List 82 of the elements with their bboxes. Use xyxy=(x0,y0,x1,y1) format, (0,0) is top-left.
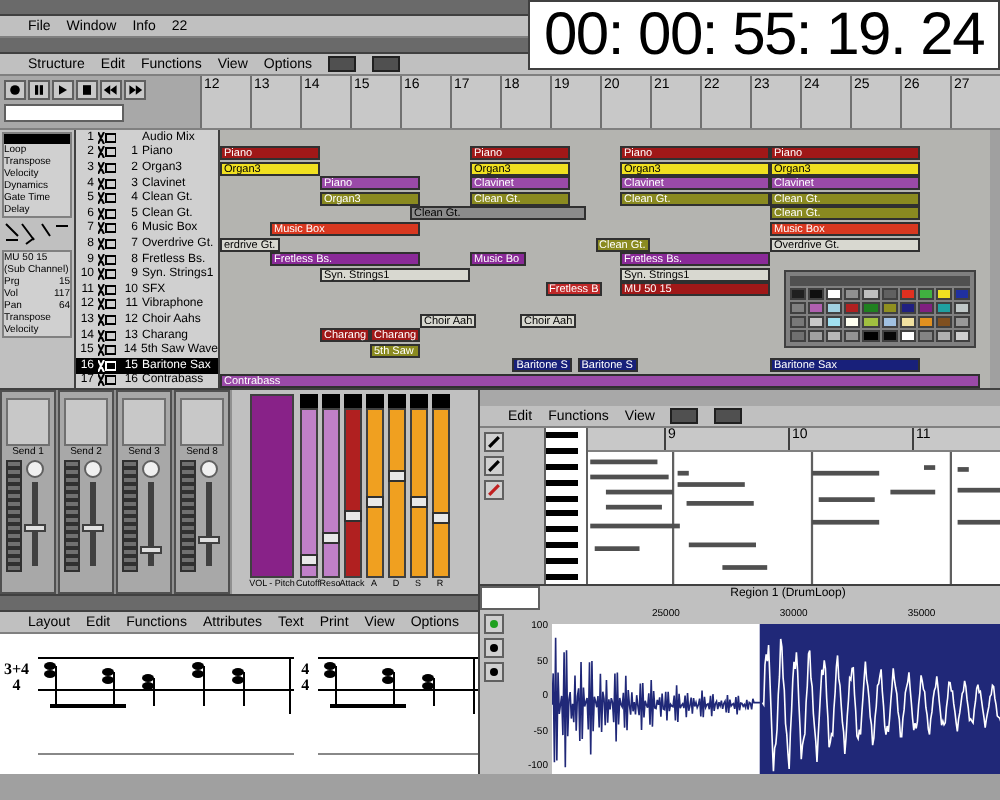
position-display xyxy=(4,104,124,122)
level-meter xyxy=(122,460,138,572)
color-swatch[interactable] xyxy=(953,316,970,328)
color-swatch[interactable] xyxy=(826,316,843,328)
fader-thumb[interactable] xyxy=(140,545,162,554)
color-swatch[interactable] xyxy=(826,288,843,300)
color-swatch[interactable] xyxy=(808,330,825,342)
level-meter xyxy=(180,460,196,572)
color-swatch[interactable] xyxy=(790,302,807,314)
fader-thumb[interactable] xyxy=(343,510,361,523)
color-swatch[interactable] xyxy=(862,316,879,328)
color-swatch[interactable] xyxy=(953,288,970,300)
color-swatch[interactable] xyxy=(808,302,825,314)
settings-panel xyxy=(180,398,224,446)
color-swatch[interactable] xyxy=(790,330,807,342)
pencil-icon[interactable] xyxy=(484,456,504,476)
time-signature-top: 3+4 xyxy=(4,662,30,678)
settings-panel xyxy=(64,398,108,446)
color-swatch[interactable] xyxy=(953,302,970,314)
color-swatch[interactable] xyxy=(826,330,843,342)
color-swatch[interactable] xyxy=(808,288,825,300)
color-swatch[interactable] xyxy=(935,330,952,342)
time-display: 00: 00: 55: 19. 24 xyxy=(528,0,1000,70)
color-swatch[interactable] xyxy=(917,316,934,328)
position-display xyxy=(480,586,540,610)
fader-thumb[interactable] xyxy=(198,536,220,545)
knob-icon[interactable] xyxy=(26,460,44,478)
fader-thumb[interactable] xyxy=(24,524,46,533)
color-swatch[interactable] xyxy=(808,316,825,328)
color-swatch[interactable] xyxy=(935,316,952,328)
settings-panel xyxy=(122,398,166,446)
color-swatch[interactable] xyxy=(826,302,843,314)
color-swatch[interactable] xyxy=(862,330,879,342)
color-swatch[interactable] xyxy=(844,330,861,342)
fader-thumb[interactable] xyxy=(409,495,427,508)
color-swatch[interactable] xyxy=(881,316,898,328)
toolbar-button[interactable] xyxy=(670,408,699,424)
play-icon[interactable] xyxy=(52,80,74,100)
stop-icon[interactable] xyxy=(76,80,98,100)
settings-panel xyxy=(6,398,50,446)
level-meter xyxy=(6,460,22,572)
color-swatch[interactable] xyxy=(899,330,916,342)
color-swatch[interactable] xyxy=(844,316,861,328)
fader-thumb[interactable] xyxy=(365,495,383,508)
time-signature-bottom: 4 xyxy=(12,678,21,694)
level-meter xyxy=(64,460,80,572)
pause-icon[interactable] xyxy=(28,80,50,100)
color-swatch[interactable] xyxy=(953,330,970,342)
color-swatch[interactable] xyxy=(917,288,934,300)
color-swatch[interactable] xyxy=(935,288,952,300)
knob-icon[interactable] xyxy=(142,460,160,478)
color-swatch[interactable] xyxy=(881,288,898,300)
fader-thumb[interactable] xyxy=(82,524,104,533)
knob-icon[interactable] xyxy=(200,460,218,478)
fader-thumb[interactable] xyxy=(299,553,317,566)
time-signature-top: 4 xyxy=(301,662,310,678)
color-swatch[interactable] xyxy=(917,330,934,342)
color-swatch[interactable] xyxy=(935,302,952,314)
color-swatch[interactable] xyxy=(844,288,861,300)
speaker-icon[interactable] xyxy=(484,614,504,634)
time-signature-bottom: 4 xyxy=(301,678,310,694)
fader-thumb[interactable] xyxy=(321,531,339,544)
color-swatch[interactable] xyxy=(790,316,807,328)
color-swatch[interactable] xyxy=(862,302,879,314)
color-swatch[interactable] xyxy=(881,330,898,342)
toolbar-button[interactable] xyxy=(714,408,743,424)
color-swatch[interactable] xyxy=(899,288,916,300)
color-swatch[interactable] xyxy=(790,288,807,300)
knob-icon[interactable] xyxy=(84,460,102,478)
forward-icon[interactable] xyxy=(124,80,146,100)
fader-thumb[interactable] xyxy=(387,470,405,483)
rewind-icon[interactable] xyxy=(100,80,122,100)
color-swatch[interactable] xyxy=(899,316,916,328)
color-swatch[interactable] xyxy=(862,288,879,300)
color-swatch[interactable] xyxy=(899,302,916,314)
fader-thumb[interactable] xyxy=(431,511,449,524)
record-icon[interactable] xyxy=(4,80,26,100)
color-swatch[interactable] xyxy=(917,302,934,314)
color-swatch[interactable] xyxy=(881,302,898,314)
eraser-icon[interactable] xyxy=(484,480,504,500)
color-swatch[interactable] xyxy=(844,302,861,314)
pointer-icon[interactable] xyxy=(484,432,504,452)
